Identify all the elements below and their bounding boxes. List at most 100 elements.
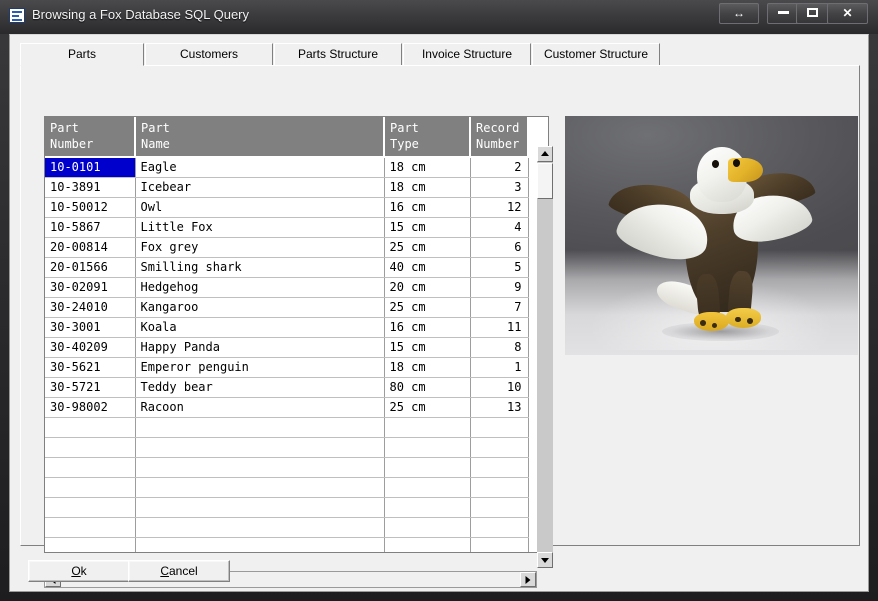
cell-part-name[interactable]: Fox grey — [135, 237, 385, 258]
cell-part-type[interactable]: 18 cm — [384, 177, 471, 198]
table-row[interactable]: 10-50012 Owl 16 cm 12 — [45, 197, 529, 218]
cell-empty[interactable] — [470, 477, 529, 498]
cell-record-number[interactable]: 6 — [470, 237, 529, 258]
cell-part-type[interactable]: 20 cm — [384, 277, 471, 298]
cell-part-number[interactable]: 20-01566 — [45, 257, 136, 278]
table-row[interactable]: 30-24010 Kangaroo 25 cm 7 — [45, 297, 529, 318]
cell-part-type[interactable]: 40 cm — [384, 257, 471, 278]
cell-part-type[interactable]: 16 cm — [384, 317, 471, 338]
table-row[interactable]: 10-3891 Icebear 18 cm 3 — [45, 177, 529, 198]
cell-empty[interactable] — [135, 497, 385, 518]
cell-part-number[interactable]: 30-5621 — [45, 357, 136, 378]
cell-empty[interactable] — [384, 457, 471, 478]
cell-part-name[interactable]: Teddy bear — [135, 377, 385, 398]
table-row-empty[interactable] — [45, 417, 529, 438]
table-row-empty[interactable] — [45, 477, 529, 498]
table-row[interactable]: 30-02091 Hedgehog 20 cm 9 — [45, 277, 529, 298]
cell-empty[interactable] — [384, 417, 471, 438]
parts-grid[interactable]: Part Number Part Name Part Type Record N… — [44, 116, 549, 553]
cell-part-name[interactable]: Koala — [135, 317, 385, 338]
cell-part-number[interactable]: 30-24010 — [45, 297, 136, 318]
cell-part-type[interactable]: 25 cm — [384, 297, 471, 318]
column-header-part-number[interactable]: Part Number — [45, 117, 136, 158]
cell-record-number[interactable]: 8 — [470, 337, 529, 358]
cell-part-number[interactable]: 10-50012 — [45, 197, 136, 218]
cell-empty[interactable] — [135, 437, 385, 458]
cell-part-name[interactable]: Icebear — [135, 177, 385, 198]
close-button[interactable]: ✕ — [827, 3, 868, 24]
cell-part-number[interactable]: 30-40209 — [45, 337, 136, 358]
table-row[interactable]: 30-5721 Teddy bear 80 cm 10 — [45, 377, 529, 398]
cell-empty[interactable] — [470, 457, 529, 478]
cell-empty[interactable] — [384, 437, 471, 458]
cell-empty[interactable] — [45, 417, 136, 438]
cell-part-type[interactable]: 18 cm — [384, 357, 471, 378]
cell-empty[interactable] — [45, 457, 136, 478]
cell-empty[interactable] — [384, 497, 471, 518]
cell-part-type[interactable]: 80 cm — [384, 377, 471, 398]
cell-record-number[interactable]: 7 — [470, 297, 529, 318]
cell-empty[interactable] — [470, 517, 529, 538]
cell-part-name[interactable]: Kangaroo — [135, 297, 385, 318]
cell-empty[interactable] — [470, 497, 529, 518]
tab-customers[interactable]: Customers — [145, 43, 273, 66]
cell-part-number[interactable]: 30-5721 — [45, 377, 136, 398]
table-row[interactable]: 30-40209 Happy Panda 15 cm 8 — [45, 337, 529, 358]
cell-record-number[interactable]: 5 — [470, 257, 529, 278]
cell-empty[interactable] — [135, 477, 385, 498]
cell-record-number[interactable]: 13 — [470, 397, 529, 418]
cell-empty[interactable] — [135, 457, 385, 478]
tab-parts[interactable]: Parts — [20, 43, 144, 66]
table-row-empty[interactable] — [45, 497, 529, 518]
table-row[interactable]: 10-0101 Eagle 18 cm 2 — [45, 157, 529, 178]
cell-part-type[interactable]: 25 cm — [384, 397, 471, 418]
cell-part-name[interactable]: Emperor penguin — [135, 357, 385, 378]
cell-part-number[interactable]: 30-98002 — [45, 397, 136, 418]
cell-part-name[interactable]: Smilling shark — [135, 257, 385, 278]
table-row[interactable]: 30-5621 Emperor penguin 18 cm 1 — [45, 357, 529, 378]
maximize-button[interactable] — [796, 3, 829, 24]
cell-record-number[interactable]: 4 — [470, 217, 529, 238]
cell-part-name[interactable]: Owl — [135, 197, 385, 218]
tab-invoice-structure[interactable]: Invoice Structure — [403, 43, 531, 66]
cell-empty[interactable] — [45, 477, 136, 498]
cell-empty[interactable] — [45, 517, 136, 538]
cell-part-name[interactable]: Happy Panda — [135, 337, 385, 358]
table-row-empty[interactable] — [45, 457, 529, 478]
cell-part-type[interactable]: 18 cm — [384, 157, 471, 178]
cell-part-name[interactable]: Hedgehog — [135, 277, 385, 298]
cell-empty[interactable] — [470, 437, 529, 458]
tab-customer-structure[interactable]: Customer Structure — [532, 43, 660, 66]
table-row-empty[interactable] — [45, 437, 529, 458]
cell-record-number[interactable]: 11 — [470, 317, 529, 338]
cell-record-number[interactable]: 10 — [470, 377, 529, 398]
cell-part-number[interactable]: 30-02091 — [45, 277, 136, 298]
cell-part-number[interactable]: 10-5867 — [45, 217, 136, 238]
cell-empty[interactable] — [45, 437, 136, 458]
vscroll-track[interactable] — [537, 162, 553, 552]
column-header-record-number[interactable]: Record Number — [470, 117, 529, 158]
cell-record-number[interactable]: 2 — [470, 157, 529, 178]
cell-part-name[interactable]: Racoon — [135, 397, 385, 418]
cell-part-type[interactable]: 15 cm — [384, 337, 471, 358]
cell-record-number[interactable]: 12 — [470, 197, 529, 218]
cell-empty[interactable] — [384, 517, 471, 538]
table-row-empty[interactable] — [45, 517, 529, 538]
cell-empty[interactable] — [135, 417, 385, 438]
cell-part-number[interactable]: 10-0101 — [45, 157, 136, 178]
table-row[interactable]: 10-5867 Little Fox 15 cm 4 — [45, 217, 529, 238]
table-row[interactable]: 20-00814 Fox grey 25 cm 6 — [45, 237, 529, 258]
cell-part-number[interactable]: 10-3891 — [45, 177, 136, 198]
table-row[interactable]: 30-98002 Racoon 25 cm 13 — [45, 397, 529, 418]
cell-record-number[interactable]: 9 — [470, 277, 529, 298]
ok-button[interactable]: Ok — [28, 560, 130, 582]
cell-part-type[interactable]: 15 cm — [384, 217, 471, 238]
cell-part-type[interactable]: 16 cm — [384, 197, 471, 218]
vscroll-thumb[interactable] — [537, 163, 553, 199]
cell-part-name[interactable]: Eagle — [135, 157, 385, 178]
table-row[interactable]: 20-01566 Smilling shark 40 cm 5 — [45, 257, 529, 278]
cell-empty[interactable] — [384, 477, 471, 498]
column-header-part-type[interactable]: Part Type — [384, 117, 471, 158]
cell-part-number[interactable]: 30-3001 — [45, 317, 136, 338]
cell-part-name[interactable]: Little Fox — [135, 217, 385, 238]
